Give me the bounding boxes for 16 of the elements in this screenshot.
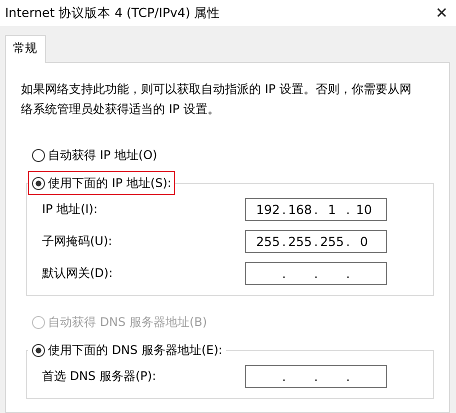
radio-option[interactable]: 使用下面的 IP 地址(S):	[28, 171, 176, 195]
ip-address-field[interactable]: 192 . 168 . 1 . 10	[245, 198, 387, 221]
radio-circle[interactable]	[32, 344, 45, 356]
field-label: 子网掩码(U):	[42, 233, 114, 250]
radio-circle[interactable]	[32, 148, 45, 162]
field-label: 首选 DNS 服务器(P):	[42, 368, 158, 385]
ip-address-field[interactable]: 255 . 255 . 255 . 0	[245, 230, 387, 253]
ip-address-field[interactable]: . . .	[245, 365, 387, 388]
window-title: Internet 协议版本 4 (TCP/IPv4) 属性	[5, 4, 220, 22]
tab[interactable]: 常规	[5, 35, 46, 63]
radio-circle[interactable]	[32, 176, 45, 190]
field-label: IP 地址(I):	[42, 201, 99, 218]
description-text: 如果网络支持此功能，则可以获取自动指派的 IP 设置。否则，你需要从网络系统管理员处获得适当的 IP 设置。	[21, 81, 412, 118]
field-label: 默认网关(D):	[42, 265, 114, 282]
ip-address-field[interactable]: . . .	[245, 262, 387, 285]
close-button[interactable]: ✕	[435, 4, 448, 22]
